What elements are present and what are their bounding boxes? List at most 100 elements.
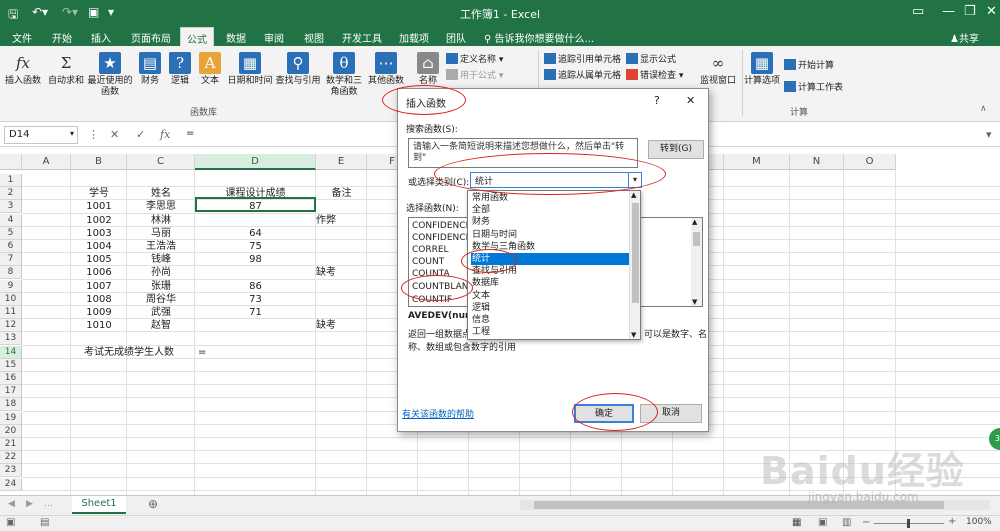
function-help-link[interactable]: 有关该函数的帮助 bbox=[402, 407, 474, 420]
tab-view[interactable]: 视图 bbox=[298, 29, 330, 46]
cell-c8[interactable]: 孙尚 bbox=[127, 266, 195, 279]
dropdown-option[interactable]: 逻辑 bbox=[471, 302, 629, 314]
dropdown-option[interactable]: 常用函数 bbox=[471, 192, 629, 204]
horizontal-scrollbar[interactable] bbox=[520, 500, 990, 510]
column-header-d[interactable]: D bbox=[195, 154, 316, 170]
calculate-now-button[interactable]: 开始计算 bbox=[784, 58, 834, 71]
name-box[interactable]: D14 ▾ bbox=[4, 126, 78, 144]
use-in-formula-button[interactable]: 用于公式 ▾ bbox=[446, 68, 503, 81]
row-header-18[interactable]: 18 bbox=[0, 398, 22, 412]
tab-file[interactable]: 文件 bbox=[6, 29, 38, 46]
zoom-in-icon[interactable]: + bbox=[948, 516, 956, 527]
autosum-button[interactable]: Σ 自动求和 bbox=[46, 52, 86, 87]
cell-b9[interactable]: 1007 bbox=[71, 280, 127, 293]
collapse-ribbon-icon[interactable]: ∧ bbox=[980, 104, 987, 114]
math-button[interactable]: θ 数学和三角函数 bbox=[324, 52, 364, 98]
dropdown-option[interactable]: 统计 bbox=[471, 253, 629, 265]
row-header-22[interactable]: 22 bbox=[0, 451, 22, 465]
dropdown-option[interactable]: 数据库 bbox=[471, 277, 629, 289]
macro-record-icon[interactable]: ▣ bbox=[6, 517, 15, 528]
cell-b4[interactable]: 1002 bbox=[71, 214, 127, 227]
row-header-4[interactable]: 4 bbox=[0, 213, 22, 227]
dropdown-option[interactable]: 全部 bbox=[471, 204, 629, 216]
cell-b12[interactable]: 1010 bbox=[71, 319, 127, 332]
dropdown-option[interactable]: 数学与三角函数 bbox=[471, 241, 629, 253]
row-header-20[interactable]: 20 bbox=[0, 424, 22, 438]
dropdown-option[interactable]: 文本 bbox=[471, 290, 629, 302]
ribbon-display-icon[interactable]: ▭ bbox=[912, 4, 924, 19]
cell-c2[interactable]: 姓名 bbox=[127, 187, 195, 200]
list-item[interactable]: COUNTBLAN bbox=[412, 281, 468, 293]
row-header-9[interactable]: 9 bbox=[0, 279, 22, 293]
cell-d14-value[interactable]: = bbox=[198, 346, 206, 359]
go-button[interactable]: 转到(G) bbox=[648, 140, 704, 159]
name-box-dropdown-icon[interactable]: ▾ bbox=[70, 129, 74, 138]
tab-home[interactable]: 开始 bbox=[46, 29, 78, 46]
cell-b5[interactable]: 1003 bbox=[71, 227, 127, 240]
scroll-up-icon[interactable]: ▲ bbox=[631, 191, 636, 199]
zoom-out-icon[interactable]: − bbox=[862, 517, 870, 528]
column-header-a[interactable]: A bbox=[22, 154, 71, 170]
dropdown-option[interactable]: 财务 bbox=[471, 216, 629, 228]
sheet-tab-sheet1[interactable]: Sheet1 bbox=[72, 496, 126, 514]
cell-d10[interactable]: 73 bbox=[195, 293, 316, 306]
tab-data[interactable]: 数据 bbox=[220, 29, 252, 46]
active-cell-d14[interactable] bbox=[195, 197, 316, 212]
row-header-19[interactable]: 19 bbox=[0, 411, 22, 425]
share-button[interactable]: ♟共享 bbox=[944, 29, 985, 46]
normal-view-icon[interactable]: ▦ bbox=[792, 517, 801, 528]
row-header-3[interactable]: 3 bbox=[0, 200, 22, 214]
dropdown-option[interactable]: 查找与引用 bbox=[471, 265, 629, 277]
column-header-m[interactable]: M bbox=[724, 154, 790, 170]
row-header-13[interactable]: 13 bbox=[0, 332, 22, 346]
zoom-slider[interactable] bbox=[874, 519, 944, 528]
watch-window-button[interactable]: ∞ 监视窗口 bbox=[696, 52, 740, 87]
category-dropdown-arrow-icon[interactable]: ▾ bbox=[628, 173, 641, 187]
trace-dependents-button[interactable]: 追踪从属单元格 bbox=[544, 68, 621, 81]
tell-me-box[interactable]: ⚲ 告诉我你想要做什么... bbox=[478, 29, 600, 46]
restore-button[interactable]: ❐ bbox=[964, 4, 976, 19]
tab-team[interactable]: 团队 bbox=[440, 29, 472, 46]
cell-c7[interactable]: 钱峰 bbox=[127, 253, 195, 266]
cancel-button[interactable]: 取消 bbox=[640, 404, 702, 423]
scrollbar-thumb[interactable] bbox=[632, 203, 639, 303]
cell-c5[interactable]: 马丽 bbox=[127, 227, 195, 240]
tab-developer[interactable]: 开发工具 bbox=[336, 29, 388, 46]
row-header-7[interactable]: 7 bbox=[0, 253, 22, 267]
dropdown-option[interactable]: 日期与时间 bbox=[471, 229, 629, 241]
dropdown-option[interactable]: 信息 bbox=[471, 314, 629, 326]
trace-precedents-button[interactable]: 追踪引用单元格 bbox=[544, 52, 621, 65]
row-header-2[interactable]: 2 bbox=[0, 187, 22, 201]
column-header-c[interactable]: C bbox=[127, 154, 195, 170]
new-sheet-icon[interactable]: ⊕ bbox=[148, 497, 158, 511]
cell-b8[interactable]: 1006 bbox=[71, 266, 127, 279]
dropdown-option[interactable]: 工程 bbox=[471, 326, 629, 338]
page-break-view-icon[interactable]: ▥ bbox=[842, 517, 851, 528]
cell-e8[interactable]: 缺考 bbox=[316, 266, 367, 279]
tab-addins[interactable]: 加载项 bbox=[393, 29, 435, 46]
list-item[interactable]: COUNT bbox=[412, 256, 444, 268]
row-header-17[interactable]: 17 bbox=[0, 385, 22, 399]
show-formulas-button[interactable]: 显示公式 bbox=[626, 52, 676, 65]
financial-button[interactable]: ▤ 财务 bbox=[136, 52, 164, 87]
cancel-entry-icon[interactable]: ✕ bbox=[110, 128, 119, 141]
page-layout-view-icon[interactable]: ▣ bbox=[818, 517, 827, 528]
row-header-15[interactable]: 15 bbox=[0, 358, 22, 372]
cell-b2[interactable]: 学号 bbox=[71, 187, 127, 200]
formula-input[interactable]: = bbox=[186, 128, 194, 139]
scroll-up-icon[interactable]: ▲ bbox=[692, 218, 697, 226]
row-header-14[interactable]: 14 bbox=[0, 345, 22, 359]
cell-c6[interactable]: 王浩浩 bbox=[127, 240, 195, 253]
row-header-5[interactable]: 5 bbox=[0, 226, 22, 240]
cell-c11[interactable]: 武强 bbox=[127, 306, 195, 319]
cell-b6[interactable]: 1004 bbox=[71, 240, 127, 253]
row-header-11[interactable]: 11 bbox=[0, 306, 22, 319]
row-header-16[interactable]: 16 bbox=[0, 372, 22, 385]
category-dropdown-list[interactable]: 常用函数 全部 财务 日期与时间 数学与三角函数 统计 查找与引用 数据库 文本 逻辑 信息 工程 ▲… bbox=[467, 190, 641, 340]
more-functions-button[interactable]: ⋯ 其他函数 bbox=[366, 52, 406, 87]
cell-b10[interactable]: 1008 bbox=[71, 293, 127, 306]
calc-options-button[interactable]: ▦ 计算选项 bbox=[744, 52, 780, 87]
cell-d7[interactable]: 98 bbox=[195, 253, 316, 266]
tab-review[interactable]: 审阅 bbox=[258, 29, 290, 46]
list-item[interactable]: CONFIDENCE bbox=[412, 220, 471, 232]
